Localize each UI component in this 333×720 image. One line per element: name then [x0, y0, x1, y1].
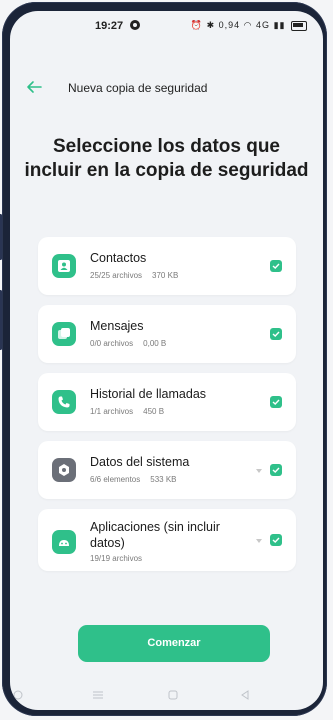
menu-icon[interactable]	[92, 687, 104, 705]
backup-item-messages[interactable]: Mensajes 0/0 archivos 0,00 B	[38, 305, 296, 363]
chevron-down-icon[interactable]	[256, 469, 262, 473]
battery-icon	[291, 20, 307, 31]
apps-icon	[52, 530, 76, 554]
item-meta: 25/25 archivos 370 KB	[90, 271, 179, 280]
checkbox-system-data[interactable]	[270, 464, 282, 476]
checkbox-call-history[interactable]	[270, 396, 282, 408]
data-speed: 0,94	[218, 20, 241, 30]
page-title: Nueva copia de seguridad	[68, 81, 208, 95]
back-arrow-icon[interactable]	[24, 77, 44, 97]
back-icon[interactable]	[240, 687, 250, 705]
item-name: Datos del sistema	[90, 455, 190, 469]
item-meta: 1/1 archivos 450 B	[90, 407, 165, 416]
checkbox-messages[interactable]	[270, 328, 282, 340]
assist-icon[interactable]	[13, 687, 23, 705]
network-type: 4G	[256, 20, 271, 30]
item-name: Mensajes	[90, 319, 144, 333]
settings-icon	[52, 458, 76, 482]
alarm-icon: ⏰	[190, 20, 204, 30]
headline: Seleccione los datos que incluir en la c…	[24, 136, 309, 181]
phone-icon	[52, 390, 76, 414]
navigation-bar	[10, 681, 323, 703]
backup-item-call-history[interactable]: Historial de llamadas 1/1 archivos 450 B	[38, 373, 296, 431]
status-time: 19:27	[95, 20, 124, 32]
backup-item-contacts[interactable]: Contactos 25/25 archivos 370 KB	[38, 237, 296, 295]
notification-icon	[130, 20, 140, 30]
home-icon[interactable]	[168, 687, 178, 705]
item-meta: 0/0 archivos 0,00 B	[90, 339, 167, 348]
chevron-down-icon[interactable]	[256, 539, 262, 543]
start-button[interactable]: Comenzar	[78, 625, 270, 662]
checkbox-apps[interactable]	[270, 534, 282, 546]
bluetooth-icon: ✱	[206, 20, 216, 30]
messages-icon	[52, 322, 76, 346]
item-name: Contactos	[90, 251, 147, 265]
app-header: Nueva copia de seguridad	[10, 77, 323, 101]
item-name: Historial de llamadas	[90, 387, 207, 401]
contacts-icon	[52, 254, 76, 278]
signal-icon: ▮▮	[273, 20, 286, 30]
backup-item-system-data[interactable]: Datos del sistema 6/6 elementos 533 KB	[38, 441, 296, 499]
status-bar: 19:27 ⏰ ✱ 0,94 ◠ 4G ▮▮	[10, 11, 323, 41]
item-meta: 6/6 elementos 533 KB	[90, 475, 177, 484]
item-name: Aplicaciones (sin incluir datos)	[90, 520, 220, 550]
backup-item-apps[interactable]: Aplicaciones (sin incluir datos) 19/19 a…	[38, 509, 296, 571]
phone-frame: 19:27 ⏰ ✱ 0,94 ◠ 4G ▮▮ Nueva copia de se…	[0, 2, 327, 716]
wifi-icon: ◠	[243, 20, 253, 30]
system-icons: ⏰ ✱ 0,94 ◠ 4G ▮▮	[191, 20, 307, 31]
item-meta: 19/19 archivos	[90, 554, 143, 563]
screen: 19:27 ⏰ ✱ 0,94 ◠ 4G ▮▮ Nueva copia de se…	[10, 11, 323, 710]
checkbox-contacts[interactable]	[270, 260, 282, 272]
